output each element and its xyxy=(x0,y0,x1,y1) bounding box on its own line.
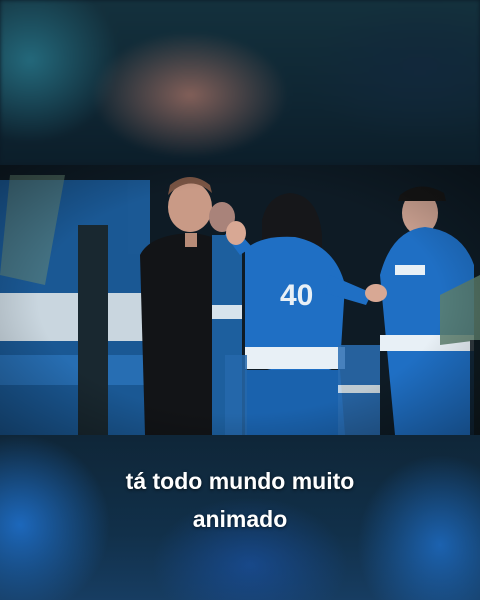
blurred-top-background xyxy=(0,0,480,165)
caption-line-1: tá todo mundo muito xyxy=(125,468,355,494)
scene-illustration: 40 xyxy=(0,165,480,435)
caption-line-2: animado xyxy=(192,506,288,532)
subtitle-caption: tá todo mundo muito animado xyxy=(40,462,440,538)
video-frame: 40 xyxy=(0,165,480,435)
